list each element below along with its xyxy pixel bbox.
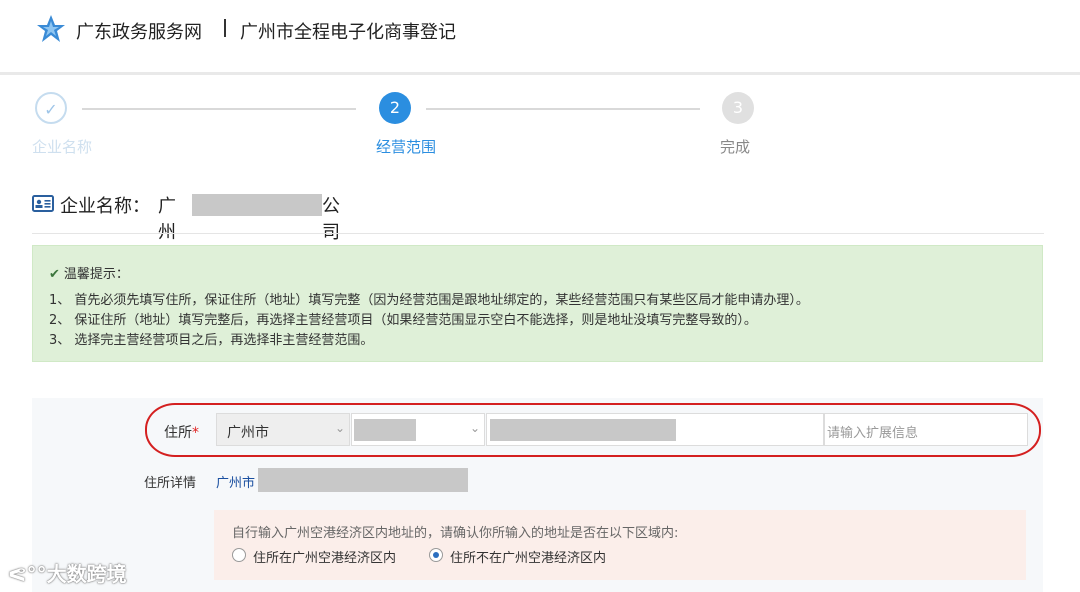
tip-line-2: 2、 保证住所（地址）填写完整后，再选择主营经营项目（如果经营范围显示空白不能选…	[49, 313, 757, 328]
header-divider	[224, 19, 226, 37]
step-2-label: 经营范围	[376, 138, 437, 156]
system-name: 广州市全程电子化商事登记	[240, 22, 456, 43]
check-icon: ✔	[49, 267, 60, 282]
progress-steps: ✓ 2 3 企业名称 经营范围 完成	[0, 90, 1080, 160]
redacted-block	[258, 468, 468, 492]
radio-in-zone-label[interactable]: 住所在广州空港经济区内	[253, 547, 396, 566]
step-connector	[426, 108, 700, 110]
airport-zone-prompt: 自行输入广州空港经济区内地址的，请确认你所输入的地址是否在以下区域内:	[232, 526, 679, 541]
step-2-circle: 2	[379, 92, 411, 124]
redacted-block	[192, 194, 322, 216]
watermark-logo-icon: ᕙ°°	[8, 562, 47, 586]
site-header: 广东政务服务网 广州市全程电子化商事登记	[0, 0, 1080, 75]
site-name[interactable]: 广东政务服务网	[76, 18, 202, 44]
guangdong-logo-icon[interactable]	[36, 14, 66, 44]
tip-line-3: 3、 选择完主营经营项目之后，再选择非主营经营范围。	[49, 333, 374, 348]
radio-not-in-zone-label[interactable]: 住所不在广州空港经济区内	[450, 547, 606, 566]
address-detail-city: 广州市	[216, 476, 256, 491]
company-name-prefix: 广州	[158, 196, 176, 243]
tip-line-1: 1、 首先必须先填写住所，保证住所（地址）填写完整（因为经营范围是跟地址绑定的，…	[49, 293, 809, 308]
step-1-check-icon: ✓	[35, 92, 67, 124]
watermark: ᕙ°°大数跨境	[8, 558, 127, 587]
company-name-label: 企业名称：	[60, 196, 150, 217]
annotation-highlight-oval	[145, 403, 1041, 457]
step-connector	[82, 108, 356, 110]
id-card-icon	[32, 195, 54, 212]
radio-not-in-zone[interactable]	[429, 548, 443, 562]
tips-title: ✔ 温馨提示：	[49, 263, 129, 282]
step-3-circle: 3	[722, 92, 754, 124]
airport-zone-panel: 自行输入广州空港经济区内地址的，请确认你所输入的地址是否在以下区域内: 住所在广…	[214, 510, 1026, 580]
tips-panel: ✔ 温馨提示： 1、 首先必须先填写住所，保证住所（地址）填写完整（因为经营范围是…	[32, 245, 1043, 362]
radio-in-zone[interactable]	[232, 548, 246, 562]
tips-title-text: 温馨提示：	[63, 267, 129, 282]
section-divider	[32, 233, 1044, 234]
watermark-text: 大数跨境	[46, 562, 127, 586]
step-3-label: 完成	[720, 138, 751, 156]
step-1-label: 企业名称	[32, 138, 93, 156]
company-name-suffix: 公司	[322, 196, 340, 243]
address-detail-label: 住所详情	[144, 476, 197, 491]
